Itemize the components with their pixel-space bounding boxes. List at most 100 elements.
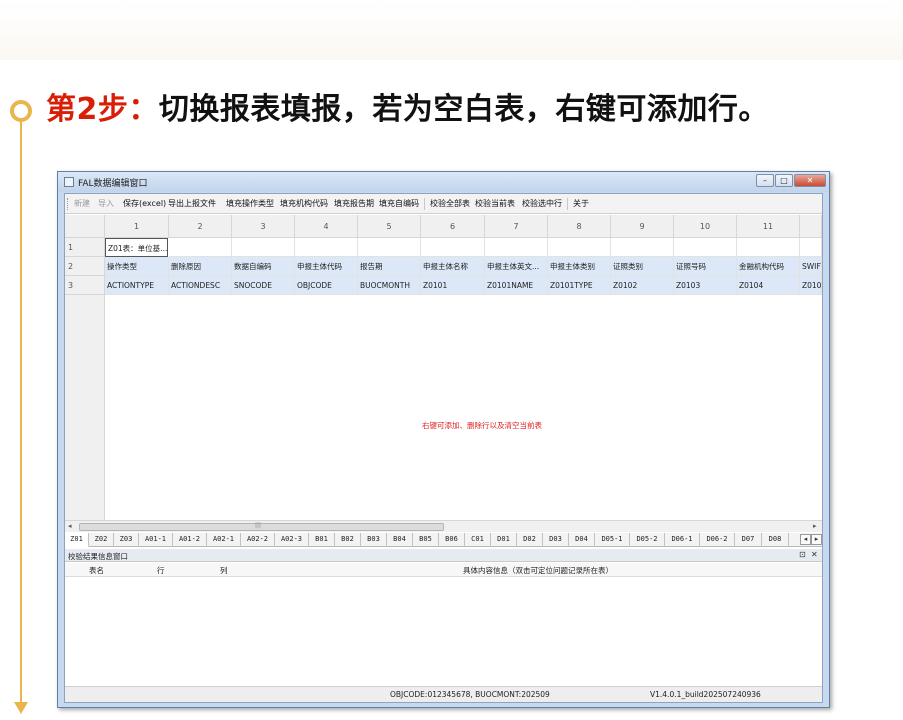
column-header[interactable]: 7: [485, 215, 548, 238]
header-cell[interactable]: 删除原因: [169, 257, 232, 276]
minimize-button[interactable]: –: [756, 174, 774, 187]
sheet-tab-a02-2[interactable]: A02-2: [241, 533, 275, 547]
col-detail[interactable]: 具体内容信息（双击可定位问题记录所在表）: [463, 565, 613, 576]
field-code-cell[interactable]: ACTIONDESC: [169, 276, 232, 295]
fill-action-type-button[interactable]: 填充操作类型: [226, 198, 274, 209]
sheet-tab-b02[interactable]: B02: [335, 533, 361, 547]
sheet-tab-d04[interactable]: D04: [569, 533, 595, 547]
check-all-tables-button[interactable]: 校验全部表: [430, 198, 470, 209]
field-code-cell[interactable]: Z0104: [800, 276, 822, 295]
field-code-cell[interactable]: Z0101: [421, 276, 485, 295]
sheet-tab-d05-1[interactable]: D05-1: [595, 533, 630, 547]
field-code-cell[interactable]: BUOCMONTH: [358, 276, 421, 295]
result-list[interactable]: [65, 578, 822, 686]
column-header[interactable]: 11: [737, 215, 800, 238]
grid-cell[interactable]: [548, 238, 611, 257]
new-button[interactable]: 新建: [74, 198, 90, 209]
col-row[interactable]: 行: [157, 565, 165, 576]
sheet-tab-b03[interactable]: B03: [361, 533, 387, 547]
header-cell[interactable]: 申报主体名称: [421, 257, 485, 276]
sheet-tab-d06-2[interactable]: D06-2: [700, 533, 735, 547]
header-cell[interactable]: 数据自编码: [232, 257, 295, 276]
row-header[interactable]: 3: [65, 276, 105, 295]
maximize-button[interactable]: □: [775, 174, 793, 187]
col-table-name[interactable]: 表名: [89, 565, 104, 576]
header-cell[interactable]: 证照类别: [611, 257, 674, 276]
sheet-tab-z01[interactable]: Z01: [65, 533, 89, 547]
column-header[interactable]: 4: [295, 215, 358, 238]
field-code-cell[interactable]: Z0104: [737, 276, 800, 295]
column-header[interactable]: 3: [232, 215, 295, 238]
sheet-tab-b05[interactable]: B05: [413, 533, 439, 547]
grid-cell[interactable]: [737, 238, 800, 257]
sheet-tab-d02[interactable]: D02: [517, 533, 543, 547]
grid-cell[interactable]: [611, 238, 674, 257]
grid-cell[interactable]: [421, 238, 485, 257]
header-cell[interactable]: 申报主体英文...: [485, 257, 548, 276]
sheet-tab-d06-1[interactable]: D06-1: [665, 533, 700, 547]
field-code-cell[interactable]: ACTIONTYPE: [105, 276, 169, 295]
grid-cell[interactable]: [800, 238, 822, 257]
about-button[interactable]: 关于: [573, 198, 589, 209]
scrollbar-thumb[interactable]: [79, 523, 444, 531]
header-cell[interactable]: 申报主体代码: [295, 257, 358, 276]
spreadsheet-grid[interactable]: 1 2 3 4 5 6 7 8 9 10 11 1 2 3 Z01表：单位基..…: [65, 215, 822, 520]
grid-cell[interactable]: [485, 238, 548, 257]
save-excel-button[interactable]: 保存(excel): [123, 198, 166, 209]
header-cell[interactable]: 申报主体类别: [548, 257, 611, 276]
sheet-tab-a02-1[interactable]: A02-1: [207, 533, 241, 547]
sheet-tab-b04[interactable]: B04: [387, 533, 413, 547]
field-code-cell[interactable]: Z0102: [611, 276, 674, 295]
check-current-table-button[interactable]: 校验当前表: [475, 198, 515, 209]
sheet-tab-b06[interactable]: B06: [439, 533, 465, 547]
horizontal-scrollbar[interactable]: ◂ ||| ▸: [65, 520, 822, 532]
grid-cell[interactable]: [232, 238, 295, 257]
header-cell[interactable]: 报告期: [358, 257, 421, 276]
panel-close-icon[interactable]: ✕: [811, 550, 818, 559]
sheet-tab-a02-3[interactable]: A02-3: [275, 533, 309, 547]
row-header[interactable]: 1: [65, 238, 105, 257]
header-cell[interactable]: 操作类型: [105, 257, 169, 276]
sheet-tab-z03[interactable]: Z03: [114, 533, 139, 547]
tab-next-icon[interactable]: ▸: [811, 534, 822, 545]
column-header[interactable]: 8: [548, 215, 611, 238]
scroll-left-icon[interactable]: ◂: [68, 522, 72, 530]
field-code-cell[interactable]: Z0103: [674, 276, 737, 295]
sheet-tab-z02[interactable]: Z02: [89, 533, 114, 547]
header-cell[interactable]: 证照号码: [674, 257, 737, 276]
column-header[interactable]: [800, 215, 822, 238]
col-column[interactable]: 列: [220, 565, 228, 576]
field-code-cell[interactable]: Z0101NAME: [485, 276, 548, 295]
grid-cell[interactable]: [295, 238, 358, 257]
corner-header[interactable]: [65, 215, 105, 238]
fill-self-code-button[interactable]: 填充自编码: [379, 198, 419, 209]
check-selected-rows-button[interactable]: 校验选中行: [522, 198, 562, 209]
column-header[interactable]: 6: [421, 215, 485, 238]
grid-cell[interactable]: [674, 238, 737, 257]
column-header[interactable]: 5: [358, 215, 421, 238]
sheet-tab-d03[interactable]: D03: [543, 533, 569, 547]
header-cell[interactable]: SWIFT: [800, 257, 822, 276]
field-code-cell[interactable]: SNOCODE: [232, 276, 295, 295]
tab-prev-icon[interactable]: ◂: [800, 534, 811, 545]
window-titlebar[interactable]: FAL数据编辑窗口 – □ ✕: [58, 172, 829, 192]
column-header[interactable]: 1: [105, 215, 169, 238]
sheet-tab-a01-1[interactable]: A01-1: [139, 533, 173, 547]
fill-report-period-button[interactable]: 填充报告期: [334, 198, 374, 209]
sheet-tab-d01[interactable]: D01: [491, 533, 517, 547]
close-button[interactable]: ✕: [794, 174, 826, 187]
scroll-right-icon[interactable]: ▸: [813, 522, 817, 530]
grid-cell[interactable]: [169, 238, 232, 257]
row-header[interactable]: 2: [65, 257, 105, 276]
sheet-tab-d08[interactable]: D08: [762, 533, 789, 547]
fill-org-code-button[interactable]: 填充机构代码: [280, 198, 328, 209]
column-header[interactable]: 10: [674, 215, 737, 238]
field-code-cell[interactable]: OBJCODE: [295, 276, 358, 295]
column-header[interactable]: 9: [611, 215, 674, 238]
table-title-cell[interactable]: Z01表：单位基...: [105, 238, 168, 257]
column-header[interactable]: 2: [169, 215, 232, 238]
export-report-button[interactable]: 导出上报文件: [168, 198, 216, 209]
header-cell[interactable]: 金融机构代码: [737, 257, 800, 276]
empty-grid-area[interactable]: [105, 296, 822, 520]
sheet-tab-b01[interactable]: B01: [309, 533, 335, 547]
